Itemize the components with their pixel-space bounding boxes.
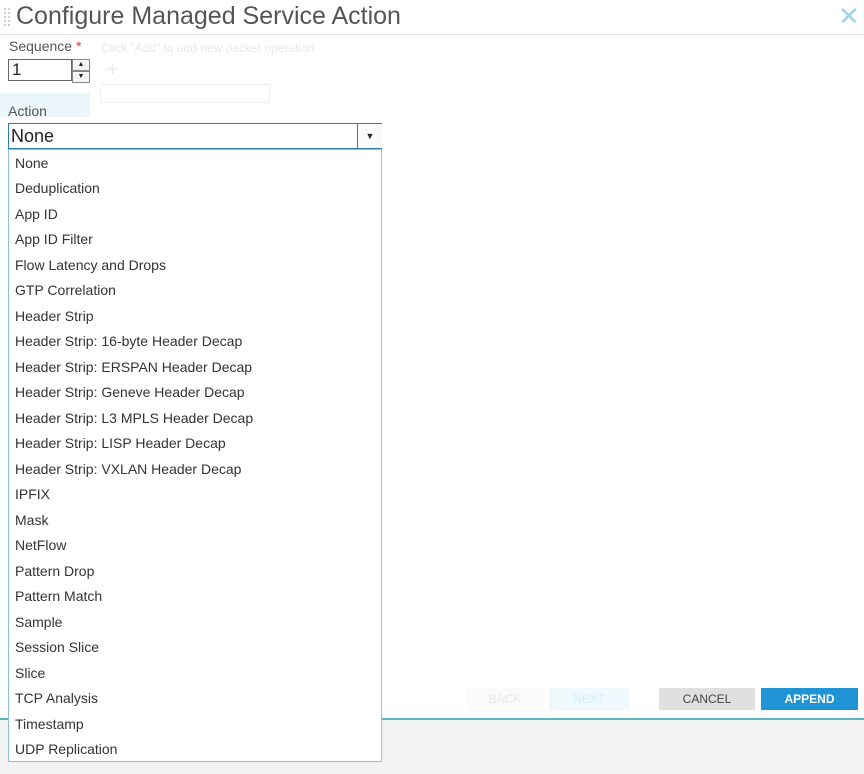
dropdown-option[interactable]: None <box>15 155 48 171</box>
action-select-value: None <box>11 126 55 146</box>
dropdown-option[interactable]: Header Strip: VXLAN Header Decap <box>15 461 241 477</box>
action-label: Action <box>8 103 47 119</box>
ghost-add-icon: + <box>106 56 119 81</box>
dropdown-option[interactable]: Sample <box>15 614 62 630</box>
dropdown-option[interactable]: Header Strip: 16-byte Header Decap <box>15 333 242 349</box>
drag-handle-icon[interactable] <box>3 7 11 27</box>
sequence-label: Sequence * <box>9 38 82 54</box>
dropdown-option[interactable]: Header Strip: ERSPAN Header Decap <box>15 359 252 375</box>
chevron-down-icon[interactable]: ▼ <box>357 124 382 148</box>
action-select[interactable]: None ▼ <box>8 123 382 149</box>
dropdown-option[interactable]: NetFlow <box>15 537 66 553</box>
back-button[interactable]: BACK <box>467 688 543 710</box>
ghost-hint-text: Click "Add" to add new packet operation <box>101 41 315 55</box>
sequence-label-text: Sequence <box>9 38 73 54</box>
dropdown-option[interactable]: App ID Filter <box>15 231 93 247</box>
dropdown-option[interactable]: GTP Correlation <box>15 282 116 298</box>
dropdown-option[interactable]: Header Strip <box>15 308 94 324</box>
dropdown-option[interactable]: UDP Replication <box>15 741 117 757</box>
sequence-stepper[interactable]: ▲ ▼ <box>72 59 90 83</box>
dropdown-option[interactable]: Header Strip: Geneve Header Decap <box>15 384 245 400</box>
dialog-title-bar[interactable]: Configure Managed Service Action ✕ <box>0 0 864 35</box>
sequence-input[interactable] <box>8 59 72 81</box>
dropdown-option[interactable]: Mask <box>15 512 48 528</box>
increment-icon[interactable]: ▲ <box>72 59 90 71</box>
dropdown-option[interactable]: IPFIX <box>15 486 50 502</box>
dropdown-option[interactable]: Header Strip: L3 MPLS Header Decap <box>15 410 253 426</box>
cancel-button[interactable]: CANCEL <box>659 688 755 710</box>
ghost-table-row <box>100 84 270 103</box>
dialog-title: Configure Managed Service Action <box>16 2 401 30</box>
dropdown-option[interactable]: App ID <box>15 206 58 222</box>
dropdown-option[interactable]: Session Slice <box>15 639 99 655</box>
decrement-icon[interactable]: ▼ <box>72 71 90 83</box>
action-dropdown-list[interactable]: None Deduplication App ID App ID Filter … <box>8 149 382 762</box>
dropdown-option[interactable]: Slice <box>15 665 45 681</box>
dropdown-option[interactable]: Timestamp <box>15 716 84 732</box>
dropdown-option[interactable]: Header Strip: LISP Header Decap <box>15 435 226 451</box>
dropdown-option[interactable]: TCP Analysis <box>15 690 98 706</box>
dropdown-option[interactable]: Flow Latency and Drops <box>15 257 166 273</box>
dropdown-option[interactable]: Deduplication <box>15 180 100 196</box>
append-button[interactable]: APPEND <box>761 688 858 710</box>
next-button[interactable]: NEXT <box>549 688 629 710</box>
dropdown-option[interactable]: Pattern Drop <box>15 563 94 579</box>
close-icon[interactable]: ✕ <box>838 3 860 29</box>
required-marker: * <box>76 38 82 54</box>
dropdown-option[interactable]: Pattern Match <box>15 588 102 604</box>
